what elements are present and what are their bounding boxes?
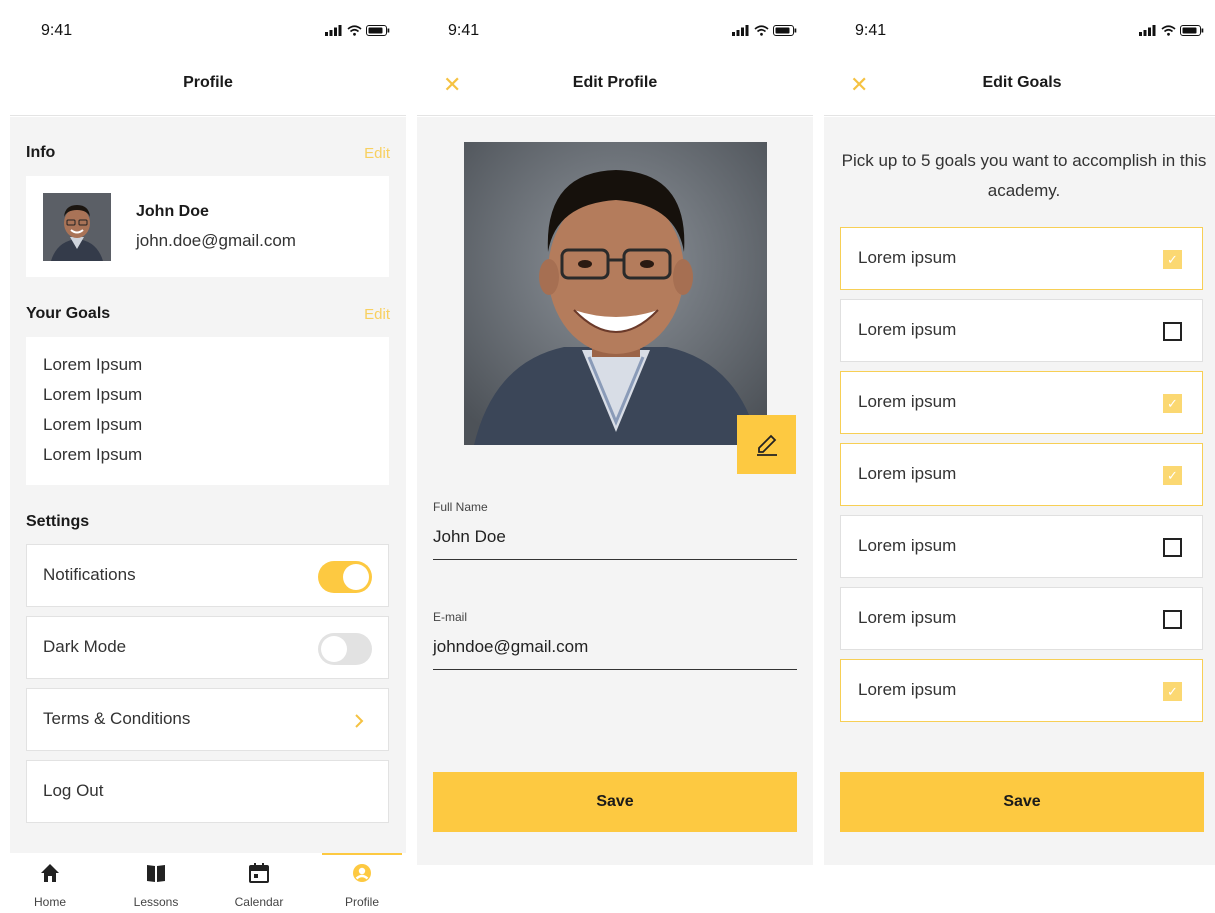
checkbox-unchecked[interactable] (1163, 538, 1182, 557)
info-section-title: Info (26, 144, 56, 161)
goal-option[interactable]: Lorem ipsum ✓ (840, 227, 1203, 290)
settings-row-label: Dark Mode (43, 637, 127, 656)
page-title: Profile (183, 74, 233, 91)
tab-profile[interactable]: Profile (322, 853, 402, 909)
avatar (43, 193, 111, 261)
goal-label: Lorem ipsum (858, 464, 957, 483)
page-title: Edit Profile (572, 74, 658, 91)
goals-section-title: Your Goals (26, 305, 111, 322)
edit-goals-header: ✕ Edit Goals (824, 58, 1215, 116)
goal-label: Lorem ipsum (858, 320, 957, 339)
goals-card: Lorem Ipsum Lorem Ipsum Lorem Ipsum Lore… (26, 337, 389, 485)
goal-option[interactable]: Lorem ipsum ✓ (840, 659, 1203, 722)
save-button[interactable]: Save (840, 772, 1204, 832)
bottom-tab-bar: Home Lessons Calendar Profile (10, 853, 406, 913)
checkbox-checked[interactable]: ✓ (1163, 394, 1182, 413)
signal-icon (325, 25, 342, 36)
tab-label: Calendar (234, 895, 284, 909)
full-name-label: Full Name (433, 500, 488, 514)
goal-label: Lorem ipsum (858, 680, 957, 699)
goals-instructions: Pick up to 5 goals you want to accomplis… (841, 151, 1207, 200)
book-icon (147, 865, 165, 882)
tab-calendar[interactable]: Calendar (219, 853, 299, 909)
wifi-icon (347, 25, 362, 36)
settings-row-notifications[interactable]: Notifications (26, 544, 389, 607)
edit-photo-button[interactable] (737, 415, 796, 474)
edit-profile-header: ✕ Edit Profile (417, 58, 813, 116)
list-item: Lorem Ipsum (43, 385, 143, 404)
chevron-right-icon (355, 714, 364, 728)
pencil-icon (757, 434, 777, 456)
goal-label: Lorem ipsum (858, 248, 957, 267)
page-title: Edit Goals (982, 74, 1062, 91)
goal-label: Lorem ipsum (858, 608, 957, 627)
profile-photo (464, 142, 767, 445)
goal-label: Lorem ipsum (858, 392, 957, 411)
user-name: John Doe (136, 203, 209, 220)
tab-lessons[interactable]: Lessons (116, 853, 196, 909)
goal-option[interactable]: Lorem ipsum (840, 515, 1203, 578)
edit-profile-screen: 9:41 ✕ Edit Profile Full Name John Doe E… (417, 0, 813, 913)
info-edit-link[interactable]: Edit (364, 145, 390, 162)
user-info-card: John Doe john.doe@gmail.com (26, 176, 389, 277)
goal-option[interactable]: Lorem ipsum (840, 587, 1203, 650)
list-item: Lorem Ipsum (43, 445, 143, 464)
tab-home[interactable]: Home (10, 853, 90, 909)
tab-label: Home (33, 895, 66, 909)
settings-section-title: Settings (26, 513, 90, 530)
goal-option[interactable]: Lorem ipsum (840, 299, 1203, 362)
edit-goals-screen: 9:41 ✕ Edit Goals Pick up to 5 goals you… (824, 0, 1215, 913)
home-icon (41, 864, 59, 882)
battery-icon (1180, 25, 1204, 36)
status-bar: 9:41 (417, 0, 813, 58)
profile-screen: 9:41 Profile Info Edit John Doe john.doe… (10, 0, 406, 913)
signal-icon (1139, 25, 1156, 36)
tab-label: Profile (344, 895, 379, 909)
save-button[interactable]: Save (433, 772, 797, 832)
checkbox-unchecked[interactable] (1163, 322, 1182, 341)
battery-icon (773, 25, 797, 36)
goal-label: Lorem ipsum (858, 536, 957, 555)
wifi-icon (754, 25, 769, 36)
settings-row-terms[interactable]: Terms & Conditions (26, 688, 389, 751)
battery-icon (366, 25, 390, 36)
goal-option[interactable]: Lorem ipsum ✓ (840, 443, 1203, 506)
list-item: Lorem Ipsum (43, 355, 143, 374)
status-time: 9:41 (448, 22, 480, 39)
dark-mode-toggle[interactable] (318, 633, 372, 665)
calendar-icon (249, 863, 269, 883)
goal-option[interactable]: Lorem ipsum ✓ (840, 371, 1203, 434)
status-time: 9:41 (855, 22, 887, 39)
settings-row-dark-mode[interactable]: Dark Mode (26, 616, 389, 679)
checkbox-checked[interactable]: ✓ (1163, 250, 1182, 269)
checkbox-checked[interactable]: ✓ (1163, 682, 1182, 701)
checkbox-checked[interactable]: ✓ (1163, 466, 1182, 485)
list-item: Lorem Ipsum (43, 415, 143, 434)
status-icons (732, 25, 797, 36)
status-icons (325, 25, 390, 36)
toggle-knob (343, 564, 369, 590)
settings-row-label: Notifications (43, 565, 136, 584)
status-bar: 9:41 (10, 0, 406, 58)
wifi-icon (1161, 25, 1176, 36)
profile-header: Profile (10, 58, 406, 116)
status-time: 9:41 (41, 22, 73, 39)
email-field[interactable]: johndoe@gmail.com (433, 637, 797, 670)
settings-row-logout[interactable]: Log Out (26, 760, 389, 823)
checkbox-unchecked[interactable] (1163, 610, 1182, 629)
status-icons (1139, 25, 1204, 36)
goals-edit-link[interactable]: Edit (364, 306, 390, 323)
user-email: john.doe@gmail.com (136, 231, 296, 250)
settings-row-label: Log Out (43, 781, 104, 800)
toggle-knob (321, 636, 347, 662)
profile-icon (353, 864, 371, 882)
email-label: E-mail (433, 610, 468, 624)
full-name-field[interactable]: John Doe (433, 527, 797, 560)
tab-label: Lessons (133, 895, 179, 909)
status-bar: 9:41 (824, 0, 1215, 58)
notifications-toggle[interactable] (318, 561, 372, 593)
settings-row-label: Terms & Conditions (43, 709, 191, 728)
signal-icon (732, 25, 749, 36)
